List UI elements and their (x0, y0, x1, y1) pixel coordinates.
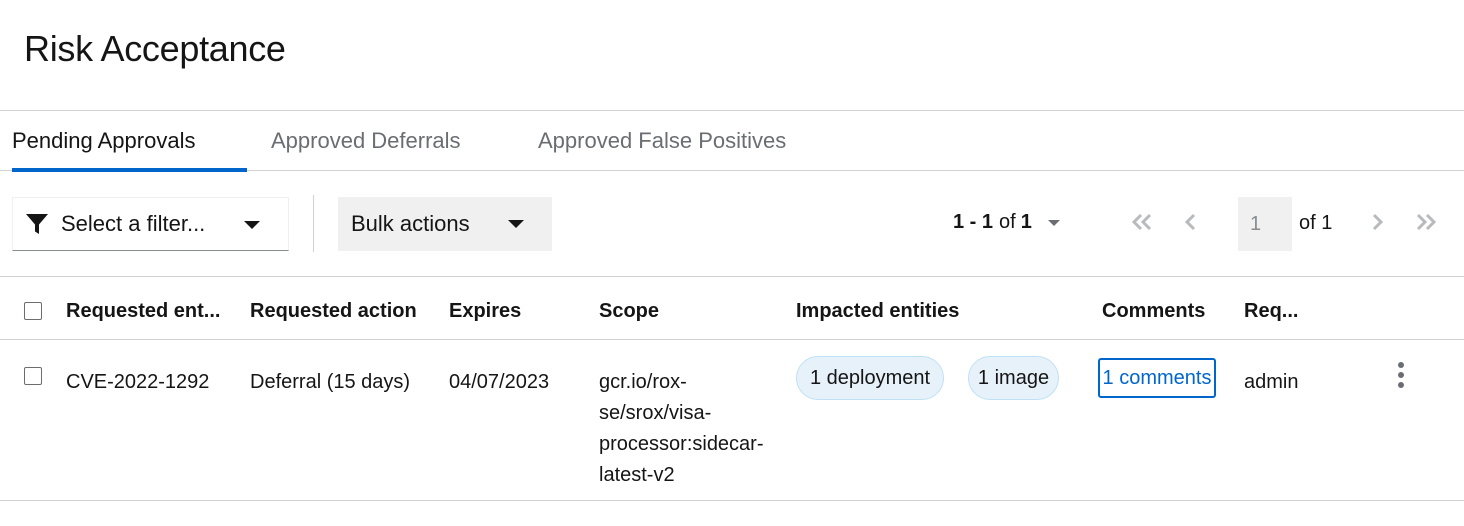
tab-pending-approvals[interactable]: Pending Approvals (12, 111, 247, 172)
filter-select-label: Select a filter... (61, 211, 206, 236)
row-checkbox[interactable] (24, 367, 42, 385)
kebab-dot (1398, 382, 1404, 388)
pagination-range-toggle[interactable]: 1 - 1 of 1 (953, 211, 1060, 234)
column-impacted-entities[interactable]: Impacted entities (796, 300, 959, 323)
toolbar-divider (313, 195, 314, 252)
page-title: Risk Acceptance (24, 28, 286, 69)
expires-cell: 04/07/2023 (449, 371, 550, 393)
column-scope[interactable]: Scope (599, 300, 659, 323)
tab-label: Pending Approvals (12, 128, 196, 153)
table-header-row: Requested ent... Requested action Expire… (0, 277, 1464, 340)
tab-label: Approved Deferrals (271, 128, 461, 153)
angle-left-icon (1184, 213, 1196, 231)
pagination-range: 1 - 1 (953, 211, 994, 233)
column-expires[interactable]: Expires (449, 300, 521, 323)
previous-page-button[interactable] (1176, 207, 1206, 237)
column-requested-action[interactable]: Requested action (250, 300, 417, 323)
tab-approved-false-positives[interactable]: Approved False Positives (538, 111, 786, 171)
last-page-button[interactable] (1411, 207, 1441, 237)
requester-cell: admin (1244, 371, 1299, 393)
filter-icon (26, 214, 48, 234)
column-comments[interactable]: Comments (1102, 300, 1205, 323)
comments-button[interactable]: 1 comments (1098, 358, 1216, 398)
caret-down-icon (508, 220, 524, 228)
first-page-button[interactable] (1127, 207, 1157, 237)
bulk-actions-dropdown[interactable]: Bulk actions (338, 197, 552, 251)
impacted-images-chip[interactable]: 1 image (968, 356, 1059, 400)
impacted-deployments-chip[interactable]: 1 deployment (796, 356, 944, 400)
caret-down-icon (1047, 219, 1060, 226)
tab-approved-deferrals[interactable]: Approved Deferrals (271, 111, 461, 171)
next-page-button[interactable] (1362, 207, 1392, 237)
toolbar: Select a filter... Bulk actions 1 - 1 of… (0, 171, 1464, 277)
angle-double-left-icon (1131, 213, 1152, 231)
tab-label: Approved False Positives (538, 128, 787, 153)
caret-down-icon (244, 221, 260, 229)
risk-acceptance-table: Requested ent... Requested action Expire… (0, 277, 1464, 501)
row-actions-kebab[interactable] (1390, 358, 1412, 392)
requested-entity-cell: CVE-2022-1292 (66, 371, 210, 393)
filter-select[interactable]: Select a filter... (12, 197, 289, 251)
column-requested-entity[interactable]: Requested ent... (66, 300, 220, 323)
table-row: CVE-2022-1292 Deferral (15 days) 04/07/2… (0, 340, 1464, 501)
angle-double-right-icon (1416, 213, 1437, 231)
requested-action-cell: Deferral (15 days) (250, 371, 411, 393)
column-requester[interactable]: Req... (1244, 300, 1298, 323)
tab-bar: Pending Approvals Approved Deferrals App… (0, 110, 1464, 172)
pagination-total: 1 (1020, 211, 1032, 233)
scope-cell: gcr.io/rox-se/srox/visa-processor:sideca… (599, 371, 764, 486)
page-of-label: of 1 (1299, 212, 1333, 234)
pagination-of-label: of (999, 211, 1016, 233)
bulk-actions-label: Bulk actions (351, 211, 470, 236)
kebab-dot (1398, 362, 1404, 368)
page-number-input[interactable] (1238, 197, 1292, 251)
angle-right-icon (1372, 213, 1384, 231)
select-all-checkbox[interactable] (24, 302, 42, 320)
kebab-dot (1398, 372, 1404, 378)
